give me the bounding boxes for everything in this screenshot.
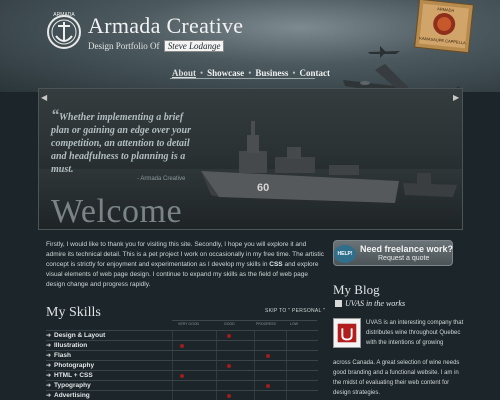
intro-paragraph: Firstly, I would like to thank you for v… [46,240,326,290]
request-quote-button[interactable]: HELP! Need freelance work? Request a quo… [333,240,453,266]
hero-quote-author: - Armada Creative [137,176,186,182]
intro-highlight: CSS [269,261,283,268]
nav-separator: • [292,68,296,78]
blog-post-title[interactable]: UVAS in the works [345,299,405,308]
nav-item-about[interactable]: About [172,68,196,78]
arrow-icon: ➜ [46,383,52,389]
column-progress: PROGRESS [256,322,276,326]
rss-icon[interactable] [335,300,342,307]
tagline-prefix: Design Portfolio Of [88,41,160,51]
tagline-name: Steve Lodange [163,40,225,52]
quote-mark-icon: “ [51,107,59,124]
nav-item-contact[interactable]: Contact [300,68,331,78]
arrow-icon: ➜ [46,333,52,339]
prev-slide-icon[interactable]: ◀ [41,93,49,103]
skill-level-dot [180,344,184,348]
tagline: Design Portfolio Of Steve Lodange [88,40,225,52]
ship-number: 60 [257,182,269,194]
arrow-icon: ➜ [46,353,52,359]
column-divider [286,391,287,400]
skill-level-dot [266,354,270,358]
skill-row: ➜ Photography [46,360,318,371]
skill-name[interactable]: Flash [54,352,71,359]
blog-excerpt-full: across Canada. A great selection of wine… [333,360,460,396]
arrow-icon: ➜ [46,393,52,399]
nav-separator: • [200,68,204,78]
skip-to-personal-link[interactable]: SKIP TO " PERSONAL " [265,308,325,314]
welcome-heading: Welcome [51,193,183,230]
skill-row: ➜ HTML + CSS [46,370,318,381]
column-divider [216,391,217,400]
skill-level-dot [227,394,231,398]
blog-excerpt-side: UVAS is an interesting company that dist… [366,320,464,346]
skill-level-dot [180,374,184,378]
freelance-subtitle: Request a quote [378,255,430,262]
skills-heading: My Skills [46,305,101,320]
hero-quote-text: Whether implementing a brief plan or gai… [51,112,192,175]
skill-level-dot [266,384,270,388]
column-divider [172,391,173,400]
next-slide-icon[interactable]: ▶ [453,93,461,103]
skill-name[interactable]: Design & Layout [54,332,105,339]
uvas-logo-thumbnail[interactable] [333,318,361,348]
skill-name[interactable]: Advertising [54,392,90,399]
nav-item-showcase[interactable]: Showcase [207,68,244,78]
help-badge-icon: HELP! [334,245,356,263]
skill-name[interactable]: Illustration [54,342,87,349]
nav-divider [170,78,315,79]
arrow-icon: ➜ [46,363,52,369]
arrow-icon: ➜ [46,343,52,349]
skill-row: ➜ Advertising [46,390,318,400]
nav-separator: • [248,68,252,78]
skill-level-dot [227,334,231,338]
column-good: GOOD [224,322,235,326]
site-title[interactable]: Armada Creative [88,13,243,39]
hero-banner: ◀ ▶ “Whether implementing a brief plan o… [38,88,463,230]
skill-row: ➜ Design & Layout [46,330,318,341]
skill-name[interactable]: HTML + CSS [54,372,93,379]
battleship-image: 60 [201,121,457,203]
column-very-good: VERY GOOD [178,322,200,326]
nav-item-business[interactable]: Business [255,68,288,78]
skill-name[interactable]: Photography [54,362,94,369]
skill-level-dot [227,364,231,368]
emblem-text: ARMADA [53,12,75,18]
arrow-icon: ➜ [46,373,52,379]
skill-row: ➜ Illustration [46,340,318,351]
anchor-emblem-icon[interactable]: ARMADA [44,10,84,54]
skill-name[interactable]: Typography [54,382,91,389]
column-divider [254,391,255,400]
blog-heading: My Blog [333,282,380,297]
skills-column-header: VERY GOOD GOOD PROGRESS LOW [172,320,317,328]
column-low: LOW [290,322,298,326]
skills-list: ➜ Design & Layout ➜ Illustration ➜ Flash ➜ Phot… [46,330,318,400]
freelance-title: Need freelance work? [360,244,454,254]
hero-quote: “Whether implementing a brief plan or ga… [51,107,192,176]
wine-stamp-image: KAMASAUPE CAPPELLA ARMADA [414,0,474,54]
skill-row: ➜ Flash [46,350,318,361]
skill-row: ➜ Typography [46,380,318,391]
